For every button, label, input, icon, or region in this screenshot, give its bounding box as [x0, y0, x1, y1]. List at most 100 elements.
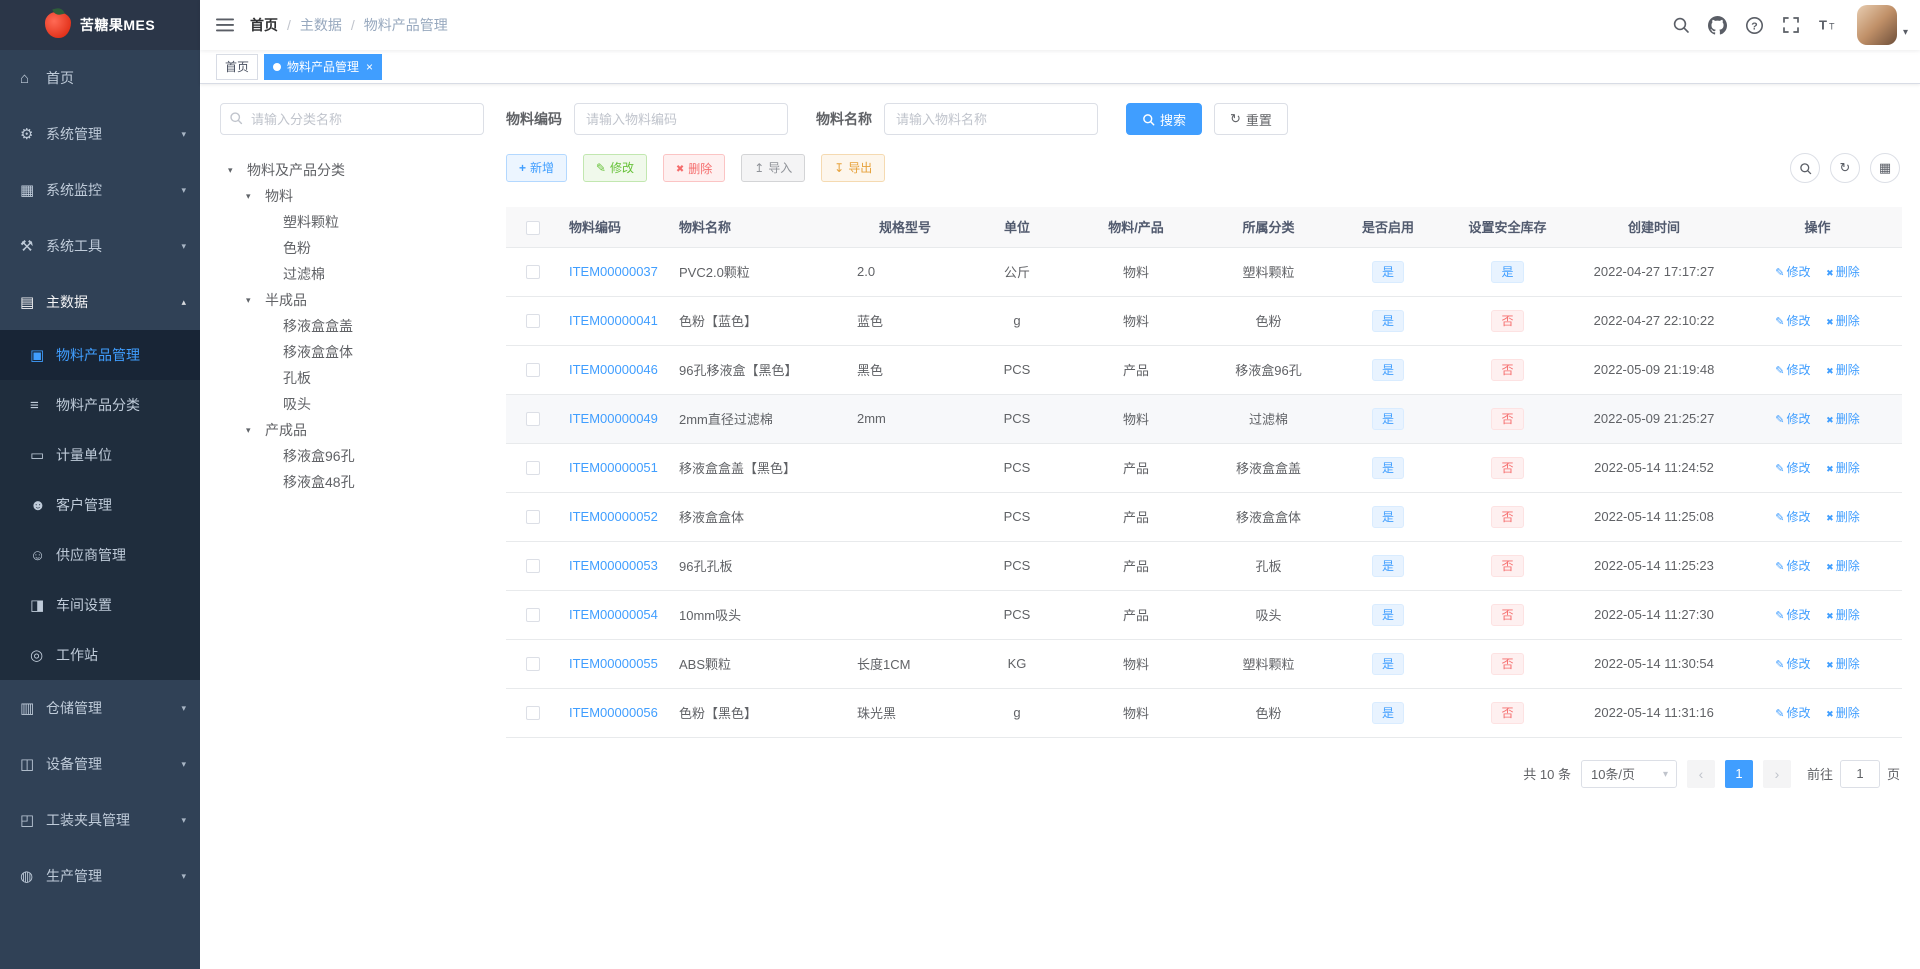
breadcrumb-item[interactable]: 物料产品管理	[342, 15, 448, 35]
row-edit-link[interactable]: 修改	[1775, 510, 1810, 524]
material-name-input[interactable]	[884, 103, 1098, 135]
column-header[interactable]: 物料名称	[669, 207, 847, 248]
sidebar-submenu-item[interactable]: 供应商管理	[0, 530, 200, 580]
tab-tag[interactable]: 物料产品管理 ×	[264, 53, 383, 80]
sidebar-submenu-item[interactable]: 工作站	[0, 630, 200, 680]
row-edit-link[interactable]: 修改	[1775, 608, 1810, 622]
tree-node[interactable]: 移液盒96孔	[220, 443, 484, 469]
row-checkbox[interactable]	[525, 706, 540, 721]
toggle-search-icon[interactable]	[1790, 153, 1820, 183]
sidebar-menu-item[interactable]: 仓储管理	[0, 680, 200, 736]
item-code-link[interactable]: ITEM00000055	[569, 656, 658, 671]
sidebar-menu-item[interactable]: 系统工具	[0, 218, 200, 274]
column-header[interactable]: 设置安全库存	[1440, 207, 1575, 248]
row-edit-link[interactable]: 修改	[1775, 265, 1810, 279]
item-code-link[interactable]: ITEM00000049	[569, 411, 658, 426]
tree-node[interactable]: 移液盒盒盖	[220, 313, 484, 339]
toolbar-button[interactable]: 删除	[662, 154, 726, 183]
item-code-link[interactable]: ITEM00000054	[569, 607, 658, 622]
tree-node[interactable]: 半成品	[220, 287, 484, 313]
row-edit-link[interactable]: 修改	[1775, 461, 1810, 475]
sidebar-menu-item[interactable]: 生产管理	[0, 848, 200, 904]
font-size-icon[interactable]: TT	[1809, 8, 1847, 42]
breadcrumb-item[interactable]: 首页	[250, 15, 278, 35]
tree-node[interactable]: 移液盒48孔	[220, 469, 484, 495]
row-delete-link[interactable]: 删除	[1826, 412, 1860, 426]
row-edit-link[interactable]: 修改	[1775, 363, 1810, 377]
row-delete-link[interactable]: 删除	[1826, 706, 1860, 720]
tree-node[interactable]: 产成品	[220, 417, 484, 443]
sidebar-submenu-item[interactable]: 物料产品管理	[0, 330, 200, 380]
material-code-input[interactable]	[574, 103, 788, 135]
sidebar-menu-item[interactable]: 系统管理	[0, 106, 200, 162]
column-header[interactable]: 是否启用	[1336, 207, 1440, 248]
row-edit-link[interactable]: 修改	[1775, 706, 1810, 720]
row-checkbox[interactable]	[525, 412, 540, 427]
breadcrumb-item[interactable]: 主数据	[278, 15, 342, 35]
user-menu[interactable]: ▾	[1856, 5, 1908, 45]
page-size-select[interactable]: 10条/页	[1580, 759, 1677, 788]
row-edit-link[interactable]: 修改	[1775, 559, 1810, 573]
app-logo[interactable]: 苦糖果MES	[0, 0, 200, 50]
user-avatar[interactable]	[1856, 5, 1897, 45]
tree-node[interactable]: 过滤棉	[220, 261, 484, 287]
tab-tag[interactable]: 首页 ×	[216, 53, 259, 80]
row-checkbox[interactable]	[525, 559, 540, 574]
row-edit-link[interactable]: 修改	[1775, 657, 1810, 671]
search-button[interactable]: 搜索	[1126, 103, 1203, 135]
tree-node[interactable]: 孔板	[220, 365, 484, 391]
row-delete-link[interactable]: 删除	[1826, 559, 1860, 573]
item-code-link[interactable]: ITEM00000046	[569, 362, 658, 377]
tree-node[interactable]: 塑料颗粒	[220, 209, 484, 235]
sidebar-menu-item[interactable]: 设备管理	[0, 736, 200, 792]
row-checkbox[interactable]	[525, 461, 540, 476]
prev-page-button[interactable]	[1686, 759, 1715, 788]
row-delete-link[interactable]: 删除	[1826, 461, 1860, 475]
fullscreen-icon[interactable]	[1773, 8, 1809, 42]
column-header[interactable]: 物料编码	[559, 207, 669, 248]
toolbar-button[interactable]: 新增	[506, 153, 568, 182]
tree-expander-icon[interactable]	[246, 425, 265, 436]
tree-expander-icon[interactable]	[246, 191, 265, 202]
toolbar-button[interactable]: 导出	[821, 153, 886, 182]
goto-page-input[interactable]	[1839, 759, 1880, 788]
sidebar-menu-item[interactable]: 工装夹具管理	[0, 792, 200, 848]
row-delete-link[interactable]: 删除	[1826, 657, 1860, 671]
row-checkbox[interactable]	[525, 510, 540, 525]
row-delete-link[interactable]: 删除	[1826, 363, 1860, 377]
sidebar-submenu-item[interactable]: 物料产品分类	[0, 380, 200, 430]
sidebar-submenu-item[interactable]: 车间设置	[0, 580, 200, 630]
tree-node[interactable]: 色粉	[220, 235, 484, 261]
item-code-link[interactable]: ITEM00000041	[569, 313, 658, 328]
select-all-checkbox[interactable]	[525, 220, 540, 235]
row-delete-link[interactable]: 删除	[1826, 510, 1860, 524]
sidebar-menu-item[interactable]: 系统监控	[0, 162, 200, 218]
column-header[interactable]: 操作	[1733, 207, 1902, 248]
github-icon[interactable]	[1699, 8, 1736, 43]
close-icon[interactable]: ×	[366, 61, 373, 73]
item-code-link[interactable]: ITEM00000052	[569, 509, 658, 524]
tree-node[interactable]: 物料	[220, 183, 484, 209]
column-header[interactable]: 物料/产品	[1071, 207, 1201, 248]
row-checkbox[interactable]	[525, 363, 540, 378]
column-header[interactable]: 创建时间	[1575, 207, 1733, 248]
column-header[interactable]: 所属分类	[1201, 207, 1336, 248]
item-code-link[interactable]: ITEM00000051	[569, 460, 658, 475]
item-code-link[interactable]: ITEM00000056	[569, 705, 658, 720]
category-search-input[interactable]	[220, 103, 484, 135]
tree-node[interactable]: 吸头	[220, 391, 484, 417]
column-header[interactable]: 规格型号	[847, 207, 963, 248]
row-edit-link[interactable]: 修改	[1775, 412, 1810, 426]
help-icon[interactable]: ?	[1736, 8, 1773, 43]
next-page-button[interactable]	[1762, 759, 1791, 788]
sidebar-submenu-item[interactable]: 计量单位	[0, 430, 200, 480]
sidebar-menu-item[interactable]: 主数据	[0, 274, 200, 330]
row-checkbox[interactable]	[525, 265, 540, 280]
row-delete-link[interactable]: 删除	[1826, 608, 1860, 622]
toolbar-button[interactable]: 导入	[741, 153, 806, 182]
row-delete-link[interactable]: 删除	[1826, 314, 1860, 328]
hamburger-menu-button[interactable]	[200, 0, 250, 50]
row-checkbox[interactable]	[525, 314, 540, 329]
toolbar-button[interactable]: 修改	[582, 153, 647, 182]
refresh-icon[interactable]: ↻	[1830, 153, 1860, 183]
